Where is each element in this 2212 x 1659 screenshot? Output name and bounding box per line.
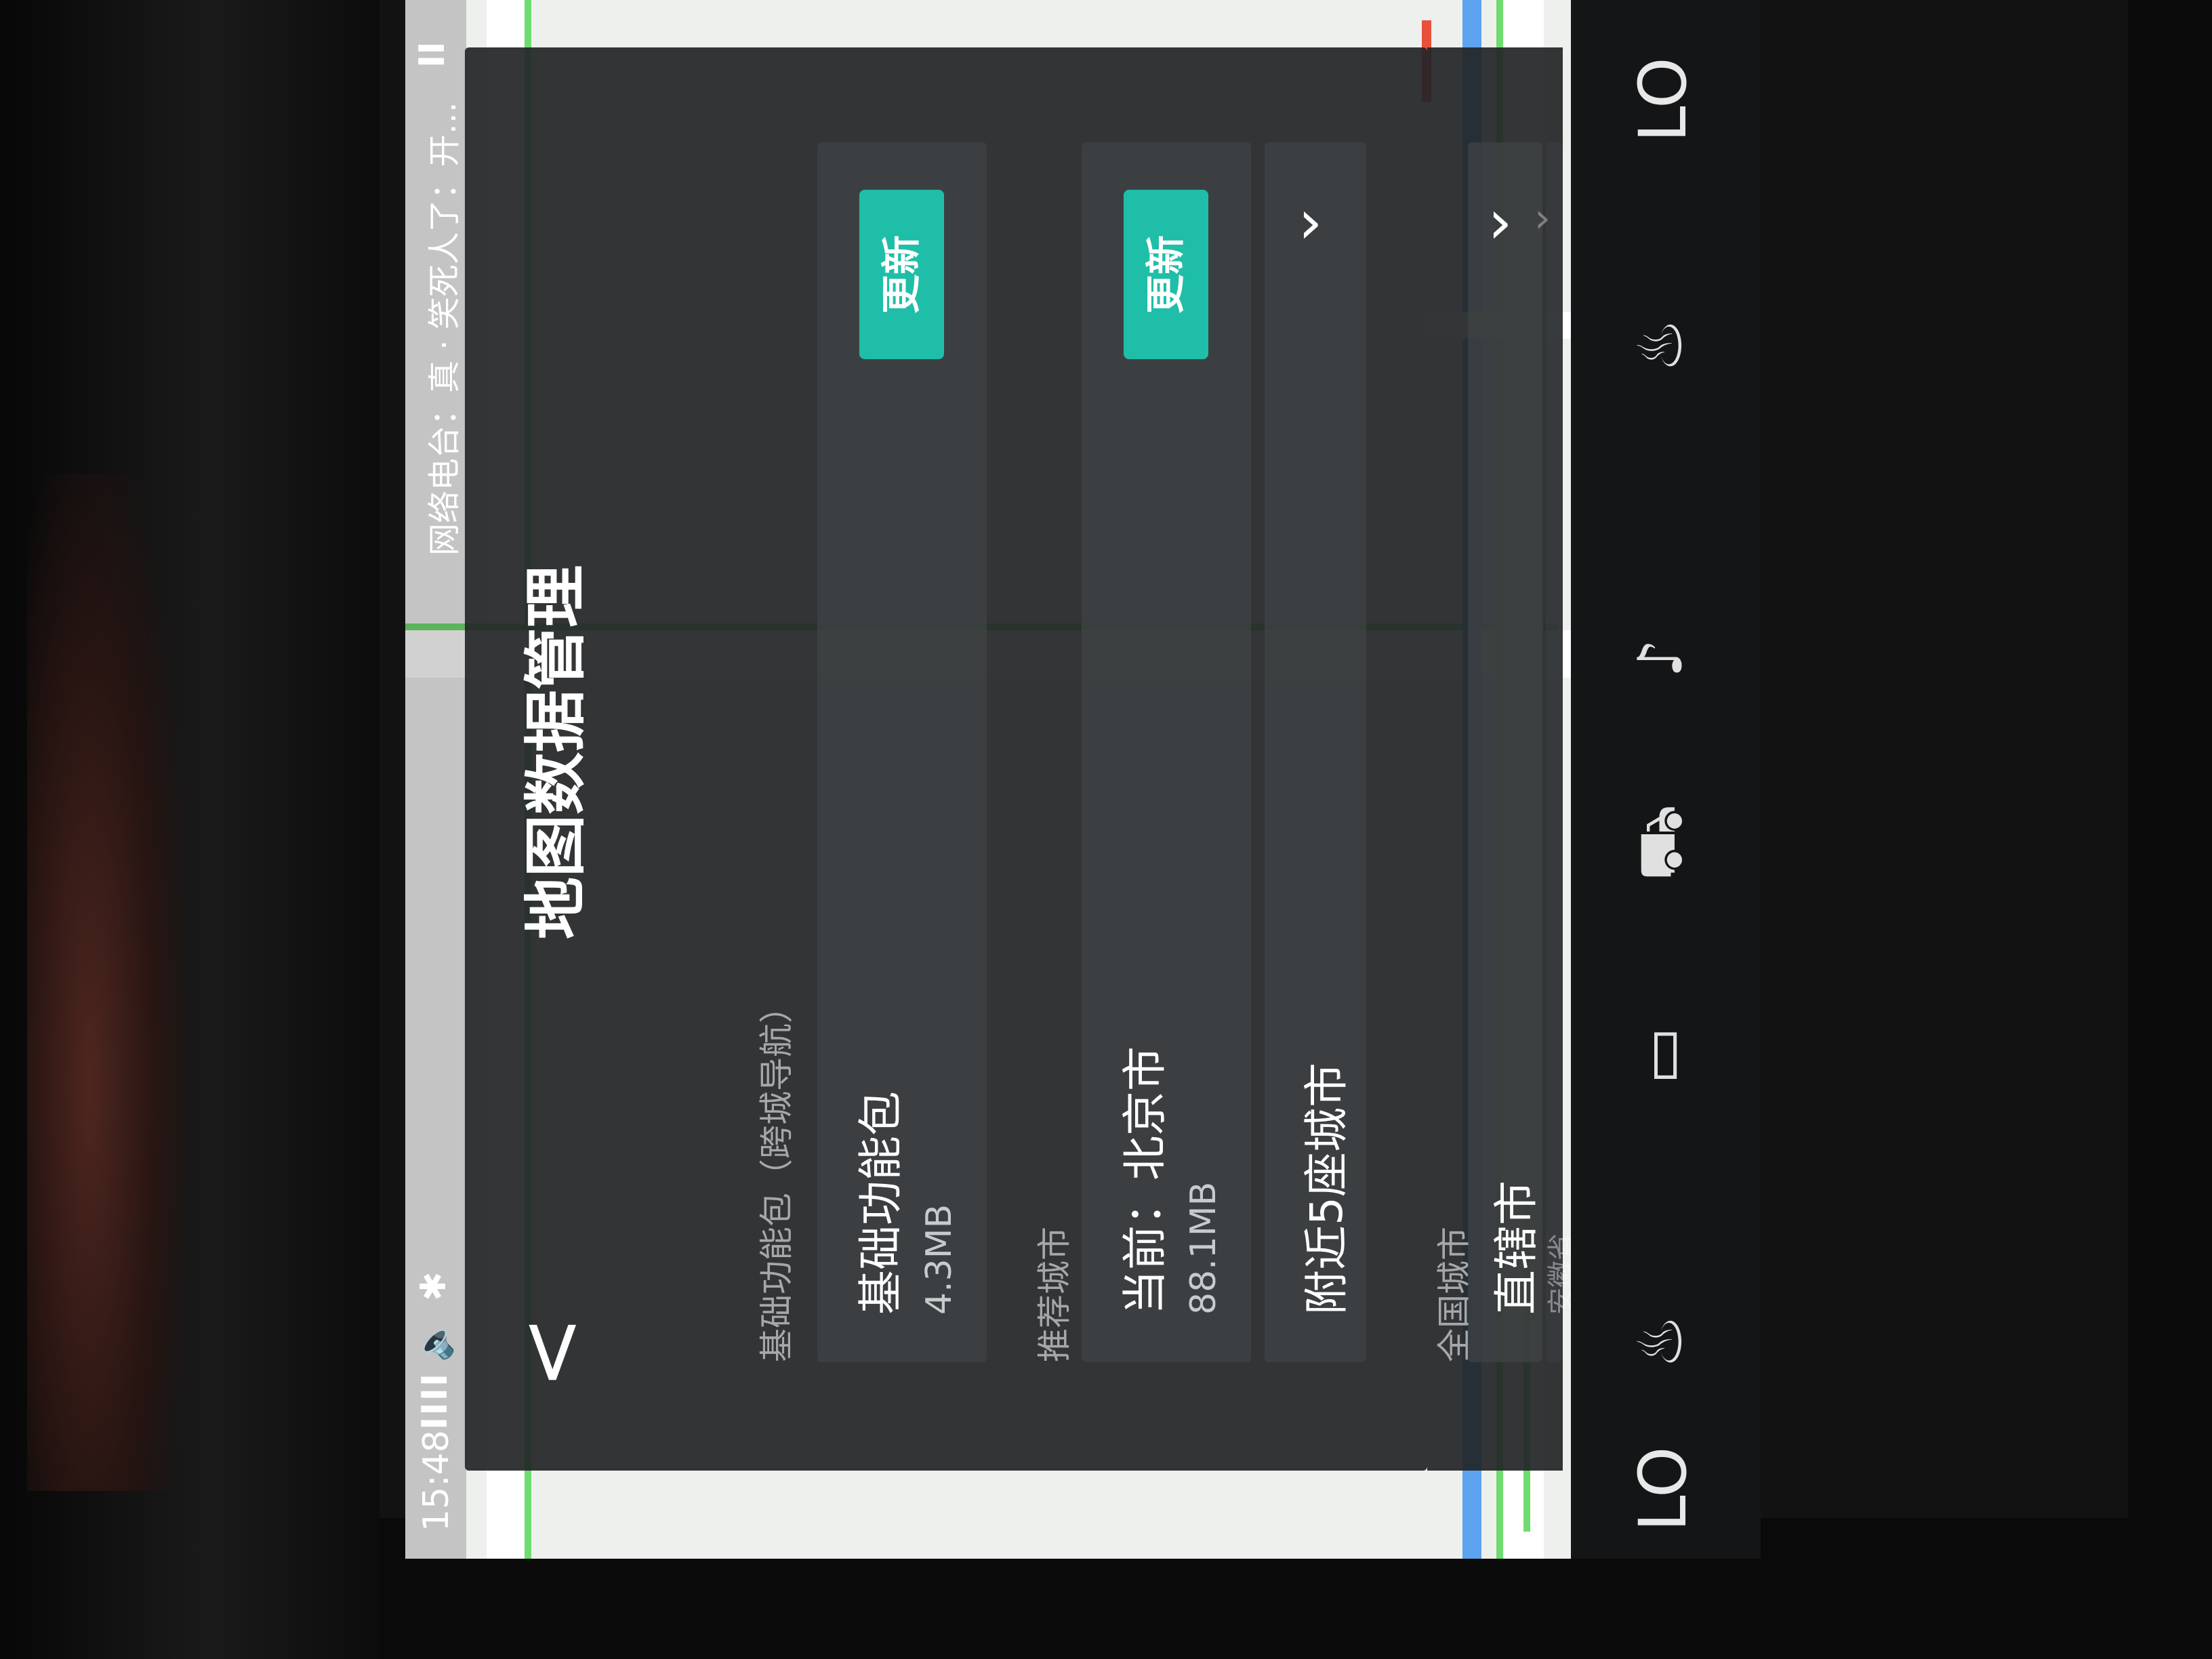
map-data-panel-lower: 全国城市 直辖市 › 安徽省 › bbox=[1427, 47, 1577, 1471]
list-item-basic-package[interactable]: 基础功能包 4.3MB 更新 bbox=[817, 142, 987, 1362]
status-bar: 15:48 IIII 🔈 ✱ 网络电台：真 · 笑死人了：开… II bbox=[405, 0, 466, 1559]
clock: 15:48 bbox=[416, 1430, 457, 1532]
radio-now-playing[interactable]: 网络电台：真 · 笑死人了：开… bbox=[417, 102, 465, 556]
back-icon[interactable]: < bbox=[498, 1315, 601, 1389]
list-item-current-city[interactable]: 当前：北京市 88.1MB 更新 bbox=[1082, 142, 1251, 1362]
pause-icon[interactable]: II bbox=[412, 41, 453, 68]
chevron-right-icon: › bbox=[1298, 186, 1323, 258]
car-icon[interactable]: ⛟ bbox=[1625, 804, 1704, 881]
item-name: 直辖市 bbox=[1490, 1181, 1542, 1315]
page-title: 地图数据管理 bbox=[520, 565, 592, 940]
right-temp[interactable]: LO bbox=[1625, 57, 1701, 142]
car-bezel-right bbox=[2128, 0, 2212, 1659]
section-recommended-label: 推荐城市 bbox=[1035, 1227, 1074, 1362]
list-item-anhui[interactable]: 安徽省 › bbox=[1534, 142, 1577, 1362]
seat-heat-icon[interactable]: ♨ bbox=[1625, 1314, 1696, 1369]
climate-dock: LO ♨ ▭ ⛟ ♪ ♨ LO bbox=[1571, 0, 1761, 1559]
section-basic-label: 基础功能包（跨城导航） bbox=[757, 989, 796, 1362]
map-data-panel: < 地图数据管理 基础功能包（跨城导航） 基础功能包 4.3MB 更新 推荐城市… bbox=[465, 47, 1427, 1471]
item-size: 4.3MB bbox=[919, 1204, 960, 1315]
update-button[interactable]: 更新 bbox=[859, 190, 944, 359]
list-item-municipality[interactable]: 直辖市 › bbox=[1468, 142, 1542, 1362]
car-interior-reflection bbox=[27, 474, 183, 1491]
item-name: 附近5座城市 bbox=[1300, 1063, 1353, 1315]
fan-icon[interactable]: ♪ bbox=[1625, 639, 1696, 678]
seat-heat-right-icon[interactable]: ♨ bbox=[1625, 318, 1696, 373]
chevron-right-icon: › bbox=[1488, 186, 1513, 258]
bluetooth-icon[interactable]: ✱ bbox=[413, 1271, 454, 1301]
item-size: 88.1MB bbox=[1183, 1181, 1224, 1315]
infotainment-screen: 15:48 IIII 🔈 ✱ 网络电台：真 · 笑死人了：开… II < 地图数… bbox=[405, 0, 1761, 1559]
list-item-nearby-cities[interactable]: 附近5座城市 › bbox=[1265, 142, 1366, 1362]
chevron-right-icon: › bbox=[1534, 194, 1551, 242]
item-name: 基础功能包 bbox=[855, 1091, 907, 1315]
left-temp[interactable]: LO bbox=[1625, 1446, 1701, 1532]
update-button[interactable]: 更新 bbox=[1124, 190, 1208, 359]
signal-icon: IIII bbox=[415, 1372, 455, 1430]
item-name: 当前：北京市 bbox=[1119, 1046, 1171, 1315]
photo: 15:48 IIII 🔈 ✱ 网络电台：真 · 笑死人了：开… II < 地图数… bbox=[0, 0, 2212, 1659]
speaker-icon[interactable]: 🔈 bbox=[413, 1318, 455, 1362]
defrost-icon[interactable]: ▭ bbox=[1625, 1027, 1696, 1084]
